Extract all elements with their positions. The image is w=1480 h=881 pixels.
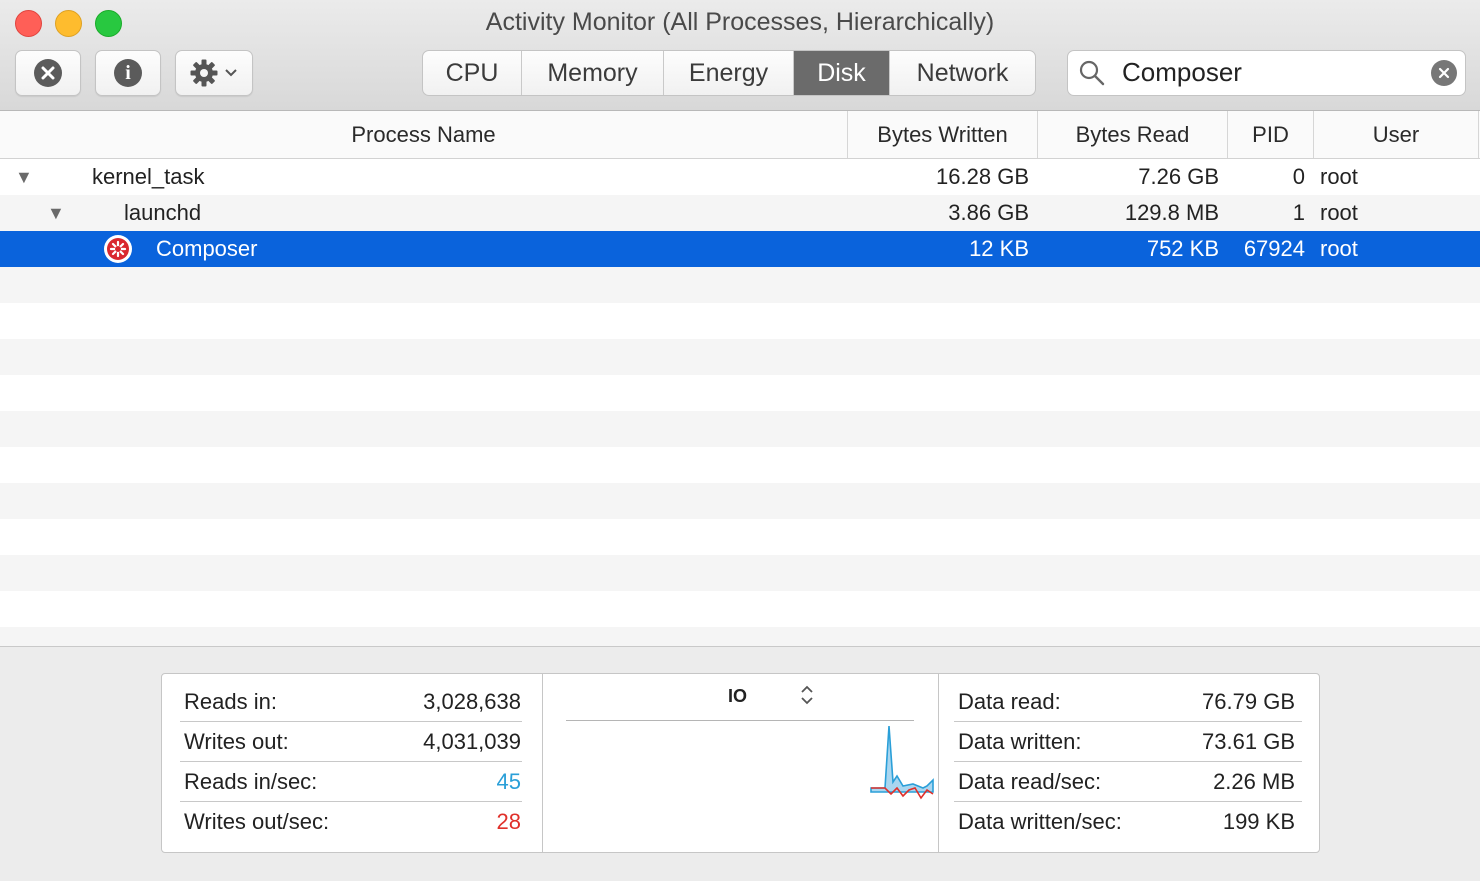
section-divider bbox=[938, 674, 939, 852]
process-name: launchd bbox=[124, 200, 202, 225]
bytes-read: 129.8 MB bbox=[1124, 200, 1219, 225]
stop-process-button[interactable] bbox=[15, 50, 81, 96]
stat-data-written-per-sec: Data written/sec: 199 KB bbox=[958, 809, 1295, 834]
stat-reads-in: Reads in: 3,028,638 bbox=[184, 689, 521, 714]
table-row[interactable]: ▼ launchd 3.86 GB 129.8 MB 1 root bbox=[0, 195, 1480, 231]
disclosure-triangle-icon[interactable]: ▼ bbox=[15, 159, 33, 195]
chevron-down-icon bbox=[225, 69, 237, 77]
action-menu-button[interactable] bbox=[175, 50, 253, 96]
column-user[interactable]: User bbox=[1314, 111, 1479, 158]
stats-box: Reads in: 3,028,638 Writes out: 4,031,03… bbox=[161, 673, 1320, 853]
column-bytes-read[interactable]: Bytes Read bbox=[1038, 111, 1228, 158]
stats-panel: Reads in: 3,028,638 Writes out: 4,031,03… bbox=[0, 646, 1480, 881]
empty-row bbox=[0, 627, 1480, 646]
tab-bar: CPU Memory Energy Disk Network bbox=[422, 50, 1036, 96]
bytes-written: 16.28 GB bbox=[936, 164, 1029, 189]
info-icon: i bbox=[114, 59, 142, 87]
stat-reads-in-per-sec: Reads in/sec: 45 bbox=[184, 769, 521, 794]
bytes-read: 752 KB bbox=[1146, 236, 1219, 261]
process-name: Composer bbox=[156, 236, 258, 261]
clear-search-button[interactable] bbox=[1431, 60, 1457, 86]
pid: 67924 bbox=[1243, 236, 1305, 261]
table-row[interactable]: ▼ kernel_task 16.28 GB 7.26 GB 0 root bbox=[0, 159, 1480, 195]
tab-disk[interactable]: Disk bbox=[794, 51, 890, 95]
bytes-written: 3.86 GB bbox=[948, 200, 1029, 225]
process-name: kernel_task bbox=[92, 164, 205, 189]
pid: 0 bbox=[1292, 164, 1305, 189]
tab-energy[interactable]: Energy bbox=[664, 51, 794, 95]
clear-icon bbox=[1438, 67, 1450, 79]
empty-row bbox=[0, 411, 1480, 447]
stat-data-read: Data read: 76.79 GB bbox=[958, 689, 1295, 714]
user: root bbox=[1320, 200, 1358, 225]
stat-data-written: Data written: 73.61 GB bbox=[958, 729, 1295, 754]
composer-app-icon bbox=[104, 235, 132, 263]
tab-memory[interactable]: Memory bbox=[522, 51, 664, 95]
column-pid[interactable]: PID bbox=[1228, 111, 1314, 158]
graph-mode-label: IO bbox=[728, 686, 748, 706]
empty-row bbox=[0, 267, 1480, 303]
search-input[interactable] bbox=[1122, 56, 1422, 88]
activity-monitor-window: Activity Monitor (All Processes, Hierarc… bbox=[0, 0, 1480, 881]
process-table: ▼ kernel_task 16.28 GB 7.26 GB 0 root ▼ … bbox=[0, 159, 1480, 646]
empty-row bbox=[0, 555, 1480, 591]
empty-row bbox=[0, 339, 1480, 375]
x-circle-icon bbox=[34, 59, 62, 87]
tab-network[interactable]: Network bbox=[890, 51, 1035, 95]
bytes-read: 7.26 GB bbox=[1138, 164, 1219, 189]
stat-writes-out-per-sec: Writes out/sec: 28 bbox=[184, 809, 521, 834]
user: root bbox=[1320, 164, 1358, 189]
window-title: Activity Monitor (All Processes, Hierarc… bbox=[485, 8, 995, 36]
gear-icon bbox=[190, 59, 218, 87]
io-graph bbox=[870, 725, 934, 800]
empty-row bbox=[0, 483, 1480, 519]
pid: 1 bbox=[1292, 200, 1305, 225]
tab-cpu[interactable]: CPU bbox=[423, 51, 522, 95]
stat-writes-out: Writes out: 4,031,039 bbox=[184, 729, 521, 754]
toolbar: Activity Monitor (All Processes, Hierarc… bbox=[0, 0, 1480, 111]
stat-data-read-per-sec: Data read/sec: 2.26 MB bbox=[958, 769, 1295, 794]
table-header: Process Name Bytes Written Bytes Read PI… bbox=[0, 111, 1480, 159]
disclosure-triangle-icon[interactable]: ▼ bbox=[47, 195, 65, 231]
column-process-name[interactable]: Process Name bbox=[0, 111, 848, 158]
up-down-chevron-icon bbox=[801, 685, 813, 705]
search-field bbox=[1067, 50, 1466, 96]
column-bytes-written[interactable]: Bytes Written bbox=[848, 111, 1038, 158]
user: root bbox=[1320, 236, 1358, 261]
section-divider bbox=[542, 674, 543, 852]
inspect-process-button[interactable]: i bbox=[95, 50, 161, 96]
search-icon bbox=[1079, 60, 1105, 86]
table-row-selected[interactable]: Composer 12 KB 752 KB 67924 root bbox=[0, 231, 1480, 267]
graph-mode-selector[interactable]: IO bbox=[566, 682, 914, 721]
bytes-written: 12 KB bbox=[969, 236, 1029, 261]
